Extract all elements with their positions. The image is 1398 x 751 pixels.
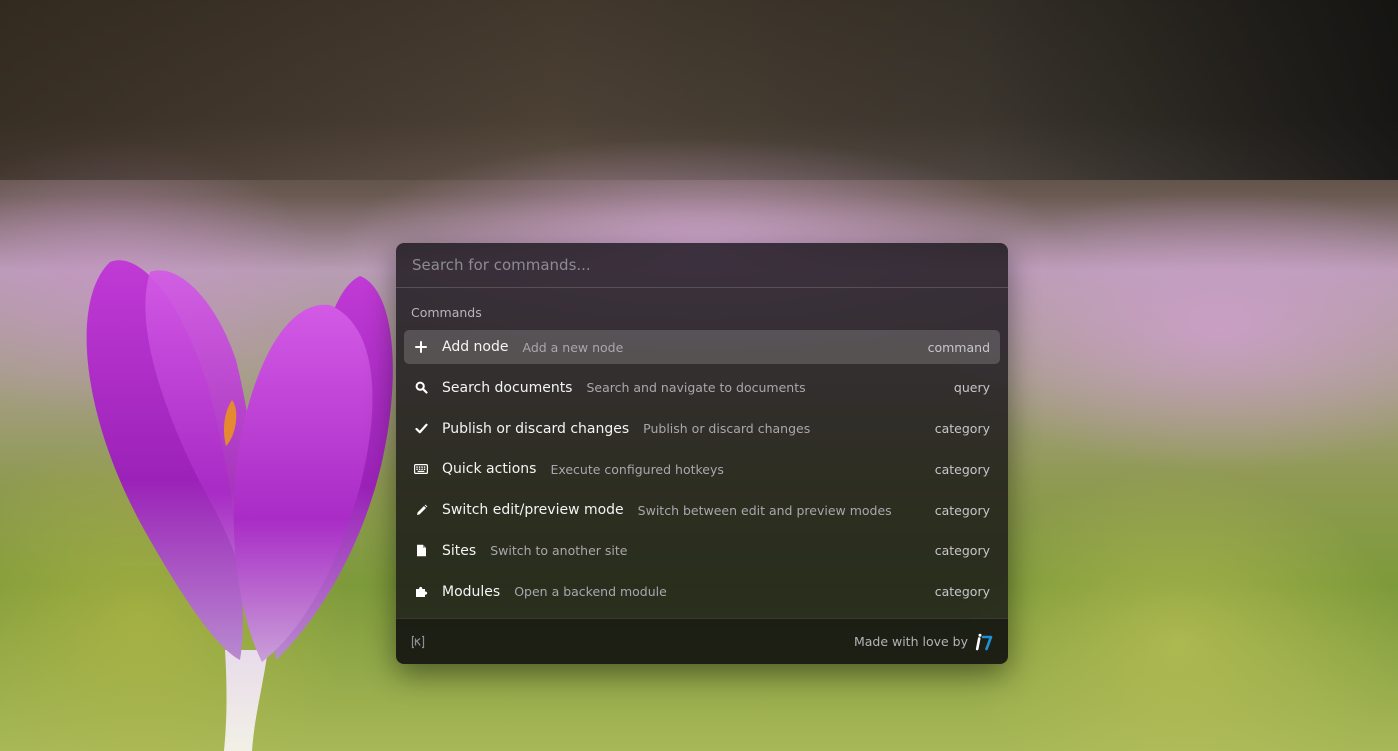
credit-text: Made with love by <box>853 634 968 649</box>
command-description: Add a new node <box>522 339 624 355</box>
command-type: command <box>927 339 990 355</box>
command-type: category <box>934 584 990 600</box>
footer-credit: Made with love by <box>854 633 993 651</box>
command-item-publish-discard[interactable]: Publish or discard changes Publish or di… <box>404 412 1000 446</box>
command-item-add-node[interactable]: Add node Add a new node command <box>404 330 1000 364</box>
puzzle-icon <box>414 585 428 599</box>
command-type: query <box>953 380 990 396</box>
command-name: Publish or discard changes <box>442 420 630 437</box>
command-name: Quick actions <box>442 461 537 478</box>
check-icon <box>414 422 428 436</box>
command-name: Add node <box>442 339 509 355</box>
command-name: Modules <box>442 583 501 600</box>
command-type: category <box>934 461 990 477</box>
command-description: Switch between edit and preview modes <box>637 502 892 518</box>
search-bar <box>396 243 1008 288</box>
pencil-icon <box>414 503 428 517</box>
command-type: category <box>934 543 990 559</box>
command-description: Search and navigate to documents <box>586 380 806 396</box>
brand-logo-icon[interactable] <box>975 633 993 651</box>
search-icon <box>414 381 428 395</box>
command-name: Search documents <box>442 379 573 396</box>
command-item-sites[interactable]: Sites Switch to another site category <box>404 534 1000 568</box>
group-label-commands: Commands <box>411 305 482 320</box>
command-item-modules[interactable]: Modules Open a backend module category <box>404 575 1000 609</box>
command-palette: Commands Add node Add a new node command… <box>396 243 1008 664</box>
keyboard-icon <box>414 462 428 476</box>
plus-icon <box>414 340 428 354</box>
command-item-quick-actions[interactable]: Quick actions Execute configured hotkeys… <box>404 452 1000 486</box>
palette-footer: Made with love by <box>396 618 1008 664</box>
file-icon <box>414 544 428 558</box>
command-item-switch-edit-preview[interactable]: Switch edit/preview mode Switch between … <box>404 493 1000 527</box>
command-item-search-documents[interactable]: Search documents Search and navigate to … <box>404 371 1000 405</box>
command-type: category <box>934 421 990 437</box>
command-description: Open a backend module <box>514 584 667 600</box>
command-list: Add node Add a new node command Search d… <box>396 330 1008 609</box>
command-name: Switch edit/preview mode <box>442 502 624 519</box>
command-description: Publish or discard changes <box>643 421 811 437</box>
command-name: Sites <box>442 542 477 559</box>
command-description: Switch to another site <box>490 543 628 559</box>
command-type: category <box>934 502 990 518</box>
search-input[interactable] <box>410 255 994 275</box>
command-description: Execute configured hotkeys <box>550 461 724 477</box>
keyboard-shortcut-icon[interactable] <box>411 635 425 649</box>
